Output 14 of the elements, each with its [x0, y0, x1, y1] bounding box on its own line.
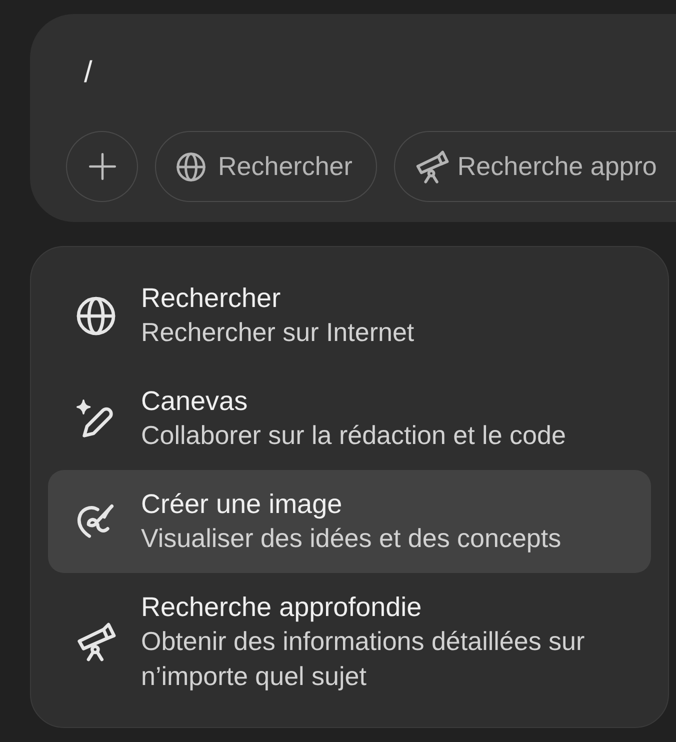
menu-item[interactable]: Canevas Collaborer sur la rédaction et le code: [48, 367, 651, 470]
menu-item[interactable]: Rechercher Rechercher sur Internet: [48, 264, 651, 367]
telescope-icon: [76, 622, 116, 662]
globe-icon: [76, 296, 116, 336]
tool-button[interactable]: Recherche appro: [394, 131, 676, 202]
plus-icon: [88, 153, 116, 180]
message-input[interactable]: /: [84, 53, 644, 93]
menu-item[interactable]: Créer une image Visualiser des idées et des concepts: [48, 470, 651, 573]
pencil-sparkle-icon: [76, 398, 116, 438]
menu-item[interactable]: Recherche approfondie Obtenir des informations détaillées sur n’importe quel sujet: [48, 573, 651, 711]
add-button[interactable]: [66, 131, 138, 202]
globe-icon: [176, 152, 206, 182]
telescope-icon: [415, 150, 450, 184]
tool-button[interactable]: Rechercher: [155, 131, 378, 202]
